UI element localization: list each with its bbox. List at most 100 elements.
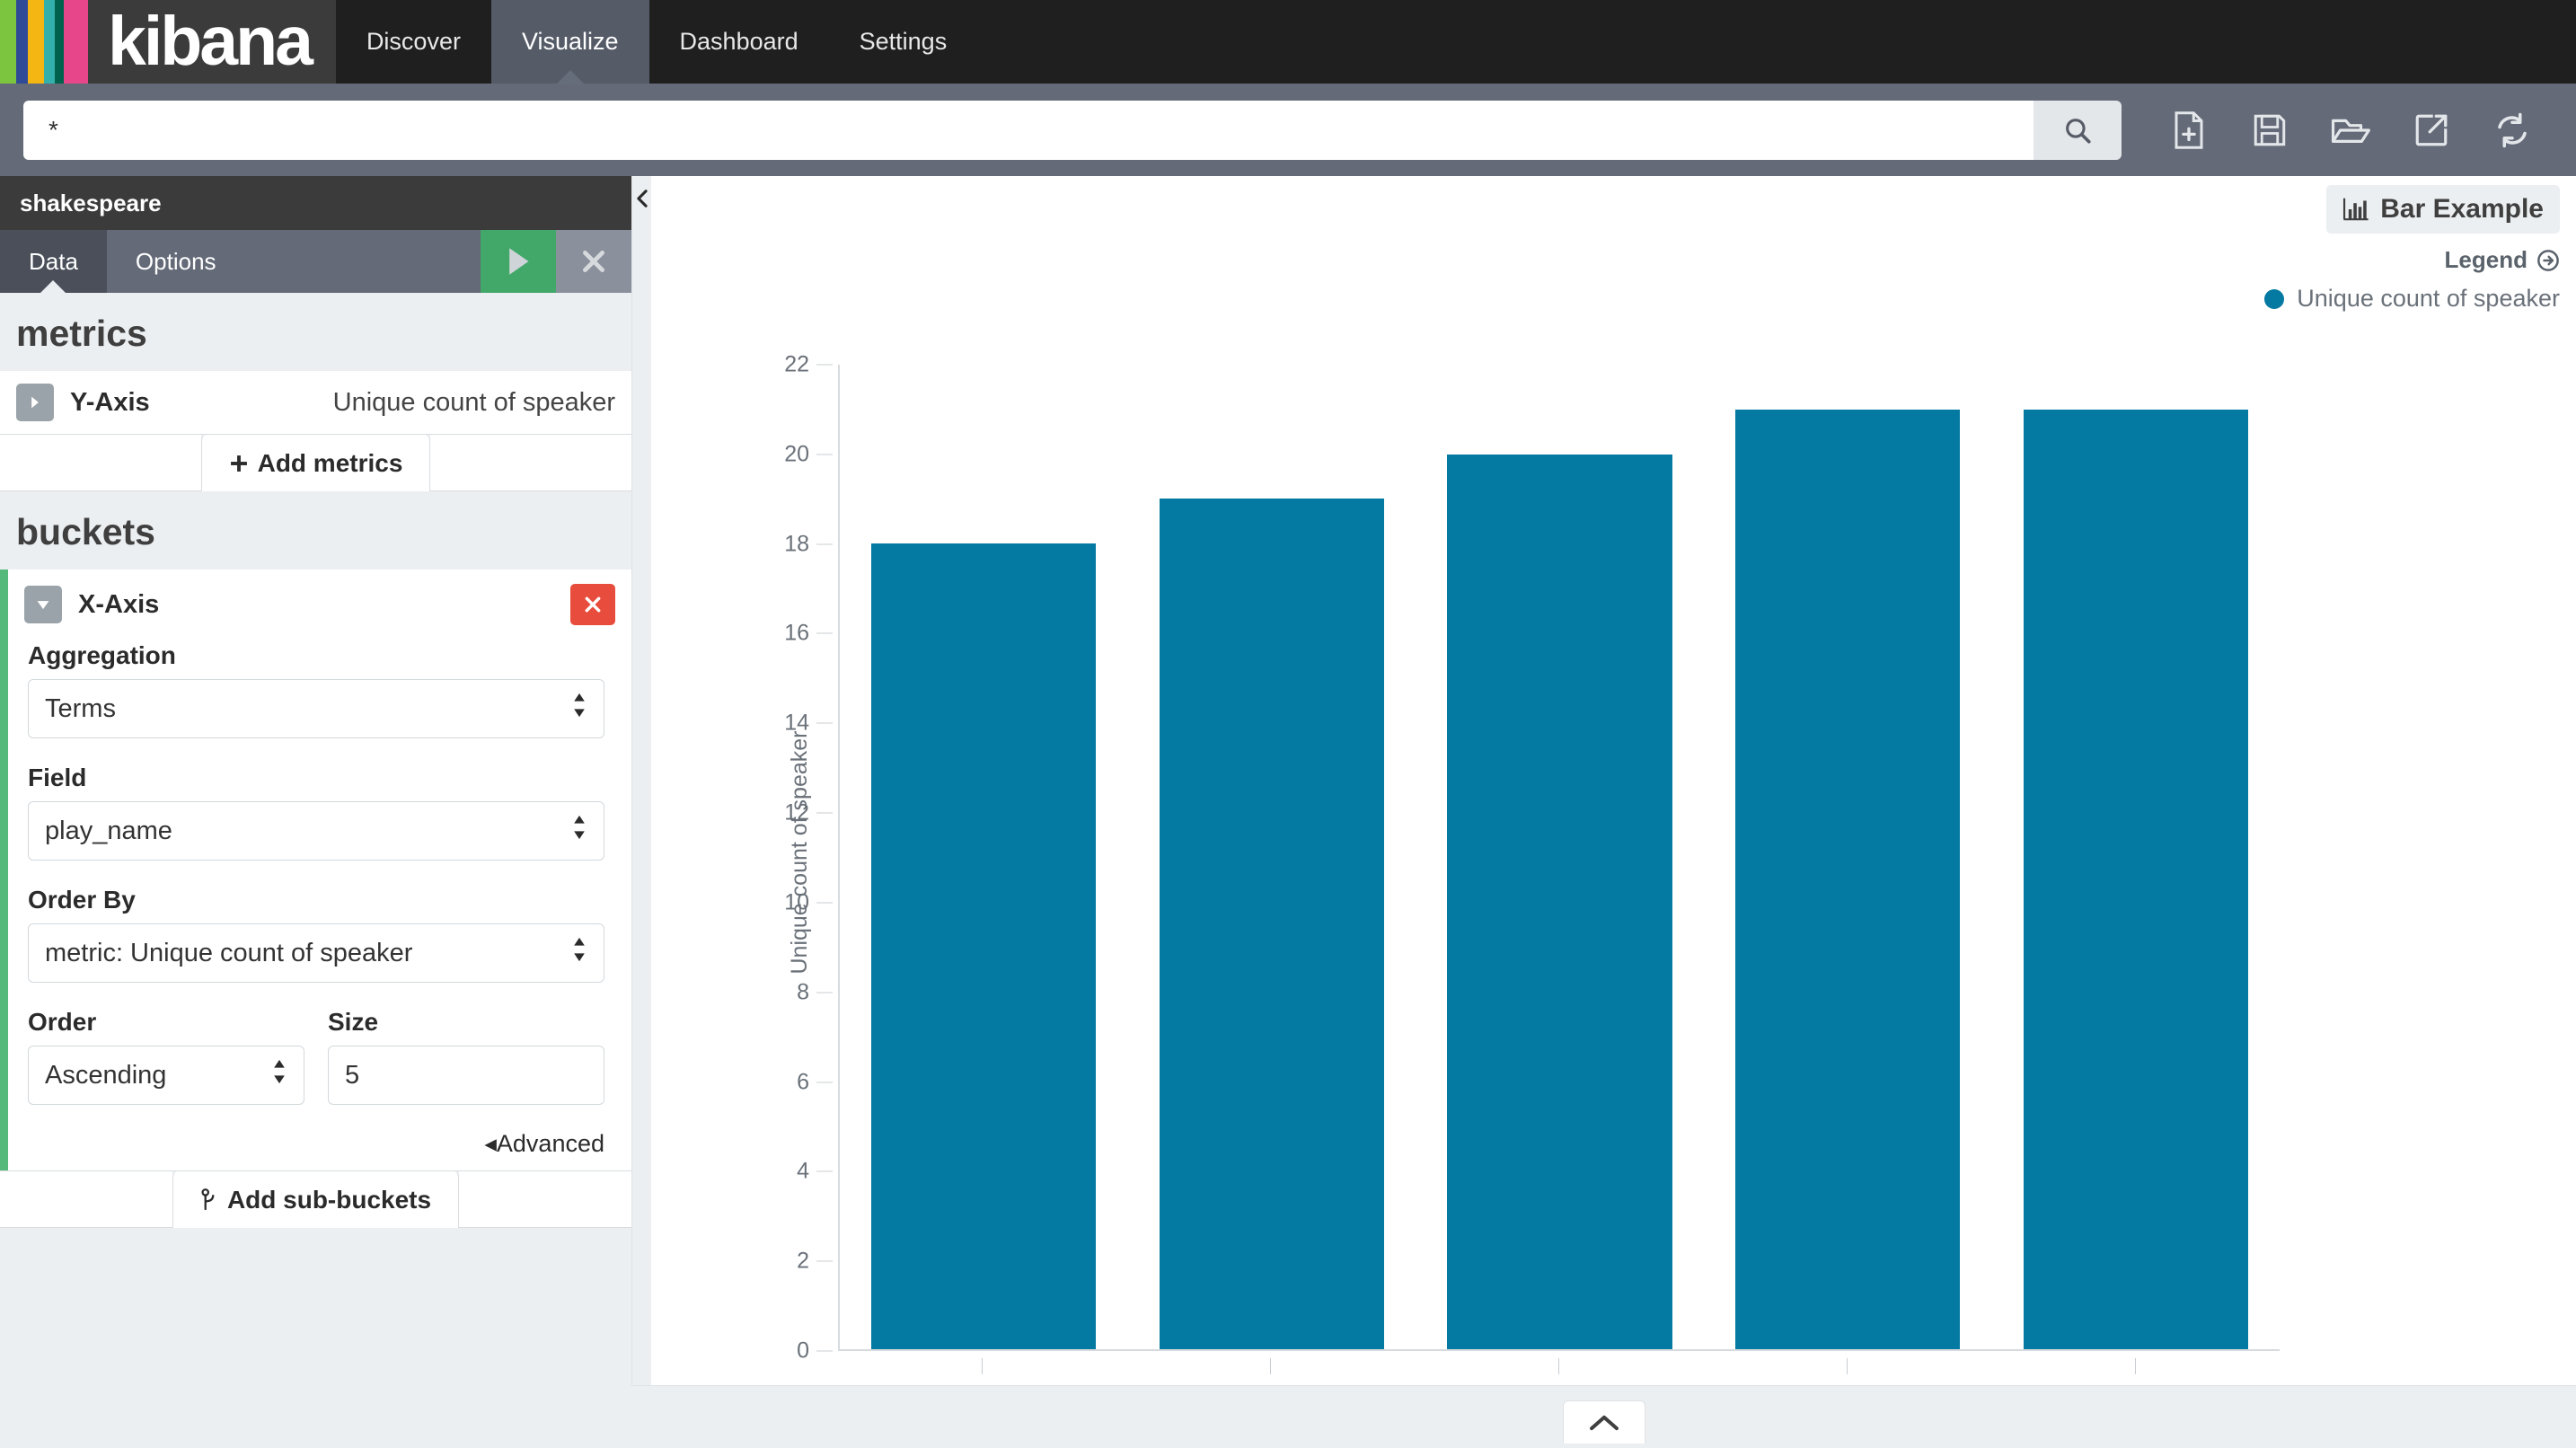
visualization-title: Bar Example (2326, 185, 2560, 234)
share-external-link-icon (2413, 111, 2450, 149)
tab-data-label: Data (29, 248, 78, 276)
bar-slot (840, 365, 1128, 1349)
editor-sidebar: shakespeare Data Options (0, 176, 631, 1448)
metric-row-y-axis[interactable]: Y-Axis Unique count of speaker (0, 371, 631, 434)
kibana-logo-icon (0, 0, 88, 84)
save-icon (2251, 110, 2289, 150)
nav-tab-dashboard[interactable]: Dashboard (649, 0, 829, 84)
nav-tab-discover[interactable]: Discover (336, 0, 491, 84)
bottom-panel-bar (631, 1385, 2576, 1448)
y-tick-label: 10 (701, 889, 809, 915)
index-pattern-name: shakespeare (20, 190, 162, 217)
add-metrics-spacer-left (0, 435, 201, 491)
save-button[interactable] (2229, 101, 2310, 160)
field-value: play_name (45, 817, 172, 846)
search-icon (2062, 115, 2093, 146)
collapse-sidebar-button[interactable] (631, 176, 651, 1448)
search-input[interactable] (23, 101, 2033, 160)
field-label: Field (28, 764, 604, 792)
y-tick-mark (816, 992, 833, 993)
select-arrows-icon (571, 935, 587, 971)
top-navbar: kibana Discover VisualizeDashboard Setting… (0, 0, 2576, 84)
chevron-down-icon[interactable] (24, 586, 62, 623)
y-tick-label: 16 (701, 621, 809, 647)
refresh-button[interactable] (2472, 101, 2553, 160)
open-folder-icon (2330, 111, 2371, 149)
apply-changes-button[interactable] (481, 230, 556, 293)
chevron-right-icon[interactable] (16, 384, 54, 421)
bar[interactable] (1160, 499, 1384, 1349)
add-sub-buckets-row: Add sub-buckets (0, 1170, 631, 1228)
bar[interactable] (2024, 410, 2248, 1349)
size-value: 5 (345, 1061, 359, 1090)
add-metrics-button[interactable]: Add metrics (201, 435, 431, 491)
remove-bucket-button[interactable] (570, 584, 615, 625)
logo-bar-2 (16, 0, 28, 84)
bar[interactable] (1735, 410, 1960, 1349)
close-icon (579, 247, 608, 276)
legend-entry-label: Unique count of speaker (2297, 285, 2560, 313)
plot-inner (838, 365, 2280, 1351)
chevron-left-icon (634, 189, 650, 208)
y-tick-mark (816, 1261, 833, 1262)
y-tick-mark (816, 902, 833, 903)
bar[interactable] (1447, 455, 1672, 1349)
order-label: Order (28, 1008, 304, 1037)
legend-toggle-button[interactable]: Legend (2264, 246, 2560, 274)
advanced-toggle[interactable]: ◂Advanced (484, 1130, 604, 1157)
x-tick-mark (982, 1358, 983, 1374)
editor-scroll: metrics Y-Axis Unique count of speaker (0, 293, 631, 1448)
order-select[interactable]: Ascending (28, 1046, 304, 1105)
add-metrics-label: Add metrics (258, 449, 403, 478)
y-tick-label: 18 (701, 531, 809, 557)
aggregation-select[interactable]: Terms (28, 679, 604, 738)
x-tick-mark (1847, 1358, 1848, 1374)
field-select[interactable]: play_name (28, 801, 604, 861)
y-tick-mark (816, 365, 833, 366)
order-col: Order Ascending (28, 1008, 304, 1130)
y-tick-mark (816, 454, 833, 455)
nav-tab-label: Discover (366, 28, 461, 56)
y-tick-label: 4 (701, 1159, 809, 1185)
open-button[interactable] (2310, 101, 2391, 160)
bucket-header: X-Axis (8, 569, 631, 634)
tab-options[interactable]: Options (107, 230, 245, 293)
search-button[interactable] (2033, 101, 2122, 160)
editor-tabs: Data Options (0, 230, 631, 293)
size-input[interactable]: 5 (328, 1046, 604, 1105)
play-icon (503, 245, 534, 278)
discard-changes-button[interactable] (556, 230, 631, 293)
bucket-card-x-axis: X-Axis Aggregation Terms (0, 569, 631, 1170)
kibana-brand[interactable]: kibana (0, 0, 336, 84)
query-input-wrap (23, 101, 2122, 160)
new-document-button[interactable] (2148, 101, 2229, 160)
bar-slot (1704, 365, 1992, 1349)
bucket-header-left: X-Axis (24, 586, 159, 623)
x-tick-mark (1270, 1358, 1271, 1374)
size-label: Size (328, 1008, 604, 1037)
order-size-row: Order Ascending (28, 1008, 604, 1130)
branch-icon (200, 1188, 218, 1212)
y-tick-label: 8 (701, 979, 809, 1005)
visualization-title-text: Bar Example (2380, 194, 2544, 225)
bar[interactable] (871, 543, 1096, 1349)
order-by-select[interactable]: metric: Unique count of speaker (28, 923, 604, 983)
tab-data[interactable]: Data (0, 230, 107, 293)
brand-name: kibana (108, 0, 311, 84)
advanced-label: Advanced (497, 1130, 604, 1157)
nav-tab-label: Settings (860, 28, 948, 56)
logo-bar-4 (44, 0, 55, 84)
nav-tab-visualize[interactable]: Visualize (491, 0, 649, 84)
select-arrows-icon (571, 813, 587, 849)
share-button[interactable] (2391, 101, 2472, 160)
add-sub-buckets-button[interactable]: Add sub-buckets (172, 1171, 459, 1228)
legend-entry[interactable]: Unique count of speaker (2264, 285, 2560, 313)
expand-bottom-panel-button[interactable] (1563, 1400, 1645, 1444)
add-metrics-row: Add metrics (0, 434, 631, 491)
nav-tab-settings[interactable]: Settings (829, 0, 978, 84)
add-metrics-spacer-right (430, 435, 631, 491)
index-pattern-header: shakespeare (0, 176, 631, 230)
bar-slot (1128, 365, 1416, 1349)
select-arrows-icon (271, 1057, 287, 1093)
legend-color-dot (2264, 289, 2284, 309)
